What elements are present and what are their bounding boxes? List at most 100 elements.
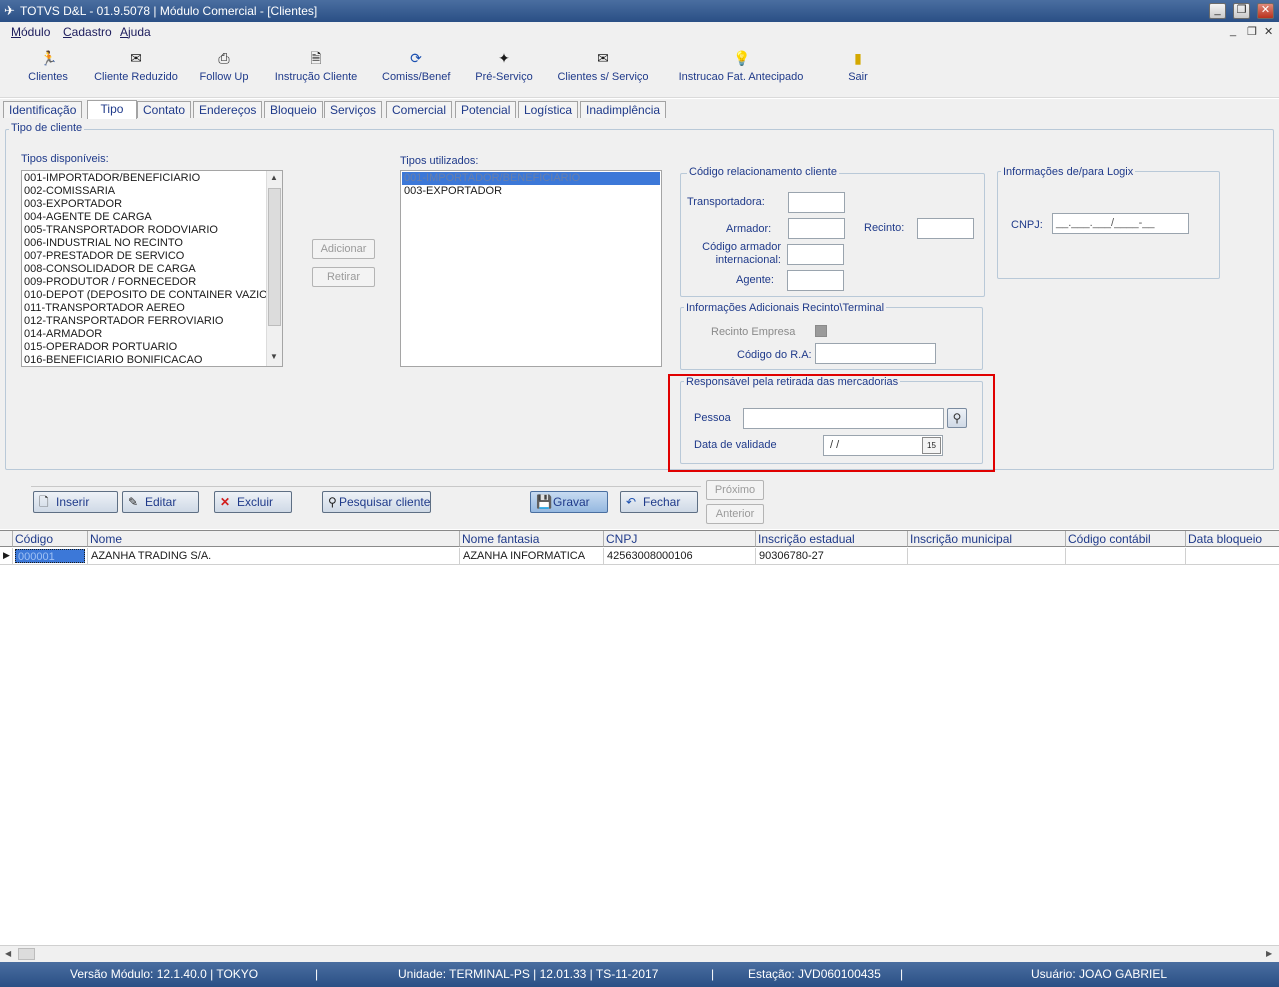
mdi-close-icon[interactable]: ✕ bbox=[1264, 25, 1273, 38]
menu-cadastro[interactable]: Cadastro bbox=[63, 25, 112, 39]
editar-button[interactable]: ✎ Editar bbox=[122, 491, 199, 513]
col-header[interactable]: CNPJ bbox=[604, 531, 756, 547]
pessoa-input[interactable] bbox=[743, 408, 944, 429]
row-pointer-icon: ▶ bbox=[0, 548, 13, 565]
table-cell[interactable]: 42563008000106 bbox=[604, 548, 756, 565]
close-button[interactable]: ✕ bbox=[1257, 3, 1274, 19]
list-item[interactable]: 011-TRANSPORTADOR AEREO bbox=[22, 302, 266, 315]
table-cell[interactable]: 000001 bbox=[13, 548, 88, 565]
toolbar-clientes-button[interactable]: 🏃 Clientes bbox=[27, 50, 69, 83]
scroll-thumb[interactable] bbox=[18, 948, 35, 960]
action-bar: 🗋 Inserir ✎ Editar ✕ Excluir ⚲ Pesquisar cli… bbox=[0, 477, 1279, 529]
scroll-down-icon[interactable]: ▼ bbox=[270, 352, 278, 361]
remove-type-button[interactable]: Retirar bbox=[312, 267, 375, 287]
list-item[interactable]: 009-PRODUTOR / FORNECEDOR bbox=[22, 276, 266, 289]
clientes-grid: Código Nome Nome fantasia CNPJ Inscrição… bbox=[0, 530, 1279, 945]
inserir-button[interactable]: 🗋 Inserir bbox=[33, 491, 118, 513]
list-item[interactable]: 003-EXPORTADOR bbox=[402, 185, 660, 198]
list-item[interactable]: 010-DEPOT (DEPOSITO DE CONTAINER VAZIO) bbox=[22, 289, 271, 302]
armador-input[interactable] bbox=[788, 218, 845, 239]
used-types-label: Tipos utilizados: bbox=[400, 155, 479, 167]
cnpj-input[interactable]: __.___.___/____-__ bbox=[1052, 213, 1189, 234]
list-item[interactable]: 006-INDUSTRIAL NO RECINTO bbox=[22, 237, 266, 250]
toolbar-cliente-reduzido-button[interactable]: ✉ Cliente Reduzido bbox=[94, 50, 178, 83]
list-item[interactable]: 008-CONSOLIDADOR DE CARGA bbox=[22, 263, 266, 276]
list-item[interactable]: 001-IMPORTADOR/BENEFICIARIO bbox=[402, 172, 660, 185]
toolbar-sair-button[interactable]: ▮ Sair bbox=[846, 50, 870, 83]
list-item[interactable]: 014-ARMADOR bbox=[22, 328, 266, 341]
col-header[interactable]: Data bloqueio bbox=[1186, 531, 1279, 547]
excluir-button[interactable]: ✕ Excluir bbox=[214, 491, 292, 513]
anterior-button[interactable]: Anterior bbox=[706, 504, 764, 524]
gravar-button[interactable]: 💾Gravar bbox=[530, 491, 608, 513]
col-header[interactable]: Nome bbox=[88, 531, 460, 547]
scroll-thumb[interactable] bbox=[268, 188, 281, 326]
list-item[interactable]: 003-EXPORTADOR bbox=[22, 198, 266, 211]
table-cell[interactable]: AZANHA INFORMATICA bbox=[460, 548, 604, 565]
table-cell[interactable] bbox=[1186, 548, 1279, 565]
list-item[interactable]: 001-IMPORTADOR/BENEFICIARIO bbox=[22, 172, 266, 185]
mdi-minimize-icon[interactable]: _ bbox=[1230, 25, 1236, 37]
grid-horizontal-scrollbar[interactable]: ◀ ▶ bbox=[0, 945, 1279, 962]
menu-modulo[interactable]: Módulo bbox=[11, 25, 50, 39]
tab-enderecos[interactable]: Endereços bbox=[193, 101, 263, 118]
scroll-up-icon[interactable]: ▲ bbox=[270, 173, 278, 182]
inserir-label: Inserir bbox=[56, 495, 90, 509]
tab-bloqueio[interactable]: Bloqueio bbox=[264, 101, 323, 118]
toolbar-pre-servico-button[interactable]: ✦ Pré-Serviço bbox=[474, 50, 534, 83]
used-types-list[interactable]: 001-IMPORTADOR/BENEFICIARIO 003-EXPORTADO… bbox=[400, 170, 662, 367]
menu-ajuda[interactable]: Ajuda bbox=[120, 25, 151, 39]
maximize-button[interactable]: ❐ bbox=[1233, 3, 1250, 19]
mdi-restore-icon[interactable]: ❐ bbox=[1247, 25, 1257, 38]
minimize-button[interactable]: _ bbox=[1209, 3, 1226, 19]
calendar-icon[interactable]: 15 bbox=[922, 437, 941, 454]
table-cell[interactable] bbox=[908, 548, 1066, 565]
refresh-icon: ⟳ bbox=[410, 50, 422, 66]
tab-identificacao[interactable]: Identificação bbox=[3, 101, 83, 118]
list-item[interactable]: 016-BENEFICIARIO BONIFICACAO bbox=[22, 354, 266, 366]
table-cell[interactable]: AZANHA TRADING S/A. bbox=[88, 548, 460, 565]
list-item[interactable]: 007-PRESTADOR DE SERVICO bbox=[22, 250, 266, 263]
transportadora-input[interactable] bbox=[788, 192, 845, 213]
proximo-button[interactable]: Próximo bbox=[706, 480, 764, 500]
list-item[interactable]: 005-TRANSPORTADOR RODOVIARIO bbox=[22, 224, 266, 237]
scroll-right-icon[interactable]: ▶ bbox=[1266, 949, 1272, 958]
wand-icon: ✦ bbox=[498, 50, 510, 66]
fechar-button[interactable]: ↶ Fechar bbox=[620, 491, 698, 513]
list-item[interactable]: 002-COMISSARIA bbox=[22, 185, 266, 198]
tab-comercial[interactable]: Comercial bbox=[386, 101, 453, 118]
tab-tipo[interactable]: Tipo bbox=[87, 100, 137, 119]
scroll-left-icon[interactable]: ◀ bbox=[5, 949, 11, 958]
list-item[interactable]: 004-AGENTE DE CARGA bbox=[22, 211, 266, 224]
tab-logistica[interactable]: Logística bbox=[518, 101, 579, 118]
toolbar-instrucao-cliente-button[interactable]: 🗎 Instrução Cliente bbox=[273, 50, 359, 83]
pesquisar-cliente-button[interactable]: ⚲ Pesquisar cliente bbox=[322, 491, 431, 513]
codigo-ra-input[interactable] bbox=[815, 343, 936, 364]
available-list-scrollbar[interactable]: ▲ ▼ bbox=[266, 171, 282, 366]
tab-potencial[interactable]: Potencial bbox=[455, 101, 517, 118]
available-types-list[interactable]: 001-IMPORTADOR/BENEFICIARIO 002-COMISSARI… bbox=[21, 170, 283, 367]
tab-servicos[interactable]: Serviços bbox=[324, 101, 383, 118]
agente-input[interactable] bbox=[787, 270, 844, 291]
list-item[interactable]: 015-OPERADOR PORTUARIO bbox=[22, 341, 266, 354]
recinto-input[interactable] bbox=[917, 218, 974, 239]
codigo-armador-input[interactable] bbox=[787, 244, 844, 265]
toolbar-instrucao-fat-button[interactable]: 💡 Instrucao Fat. Antecipado bbox=[677, 50, 805, 83]
table-cell[interactable] bbox=[1066, 548, 1186, 565]
selected-cell-code: 000001 bbox=[15, 549, 85, 563]
tab-inadimplencia[interactable]: Inadimplência bbox=[580, 101, 667, 118]
toolbar-clientes-sem-servico-button[interactable]: ✉ Clientes s/ Serviço bbox=[557, 50, 649, 83]
add-type-button[interactable]: Adicionar bbox=[312, 239, 375, 259]
col-header[interactable]: Código bbox=[13, 531, 88, 547]
toolbar-comiss-benef-button[interactable]: ⟳ Comiss/Benef bbox=[382, 50, 450, 83]
col-header[interactable]: Inscrição estadual bbox=[756, 531, 908, 547]
toolbar-follow-up-button[interactable]: ⎙ Follow Up bbox=[199, 50, 249, 83]
table-cell[interactable]: 90306780-27 bbox=[756, 548, 908, 565]
search-icon[interactable]: ⚲ bbox=[947, 408, 967, 428]
col-header[interactable]: Nome fantasia bbox=[460, 531, 604, 547]
col-header[interactable]: Inscrição municipal bbox=[908, 531, 1066, 547]
recinto-empresa-checkbox[interactable] bbox=[815, 325, 827, 337]
list-item[interactable]: 012-TRANSPORTADOR FERROVIARIO bbox=[22, 315, 266, 328]
tab-contato[interactable]: Contato bbox=[137, 101, 192, 118]
col-header[interactable]: Código contábil bbox=[1066, 531, 1186, 547]
